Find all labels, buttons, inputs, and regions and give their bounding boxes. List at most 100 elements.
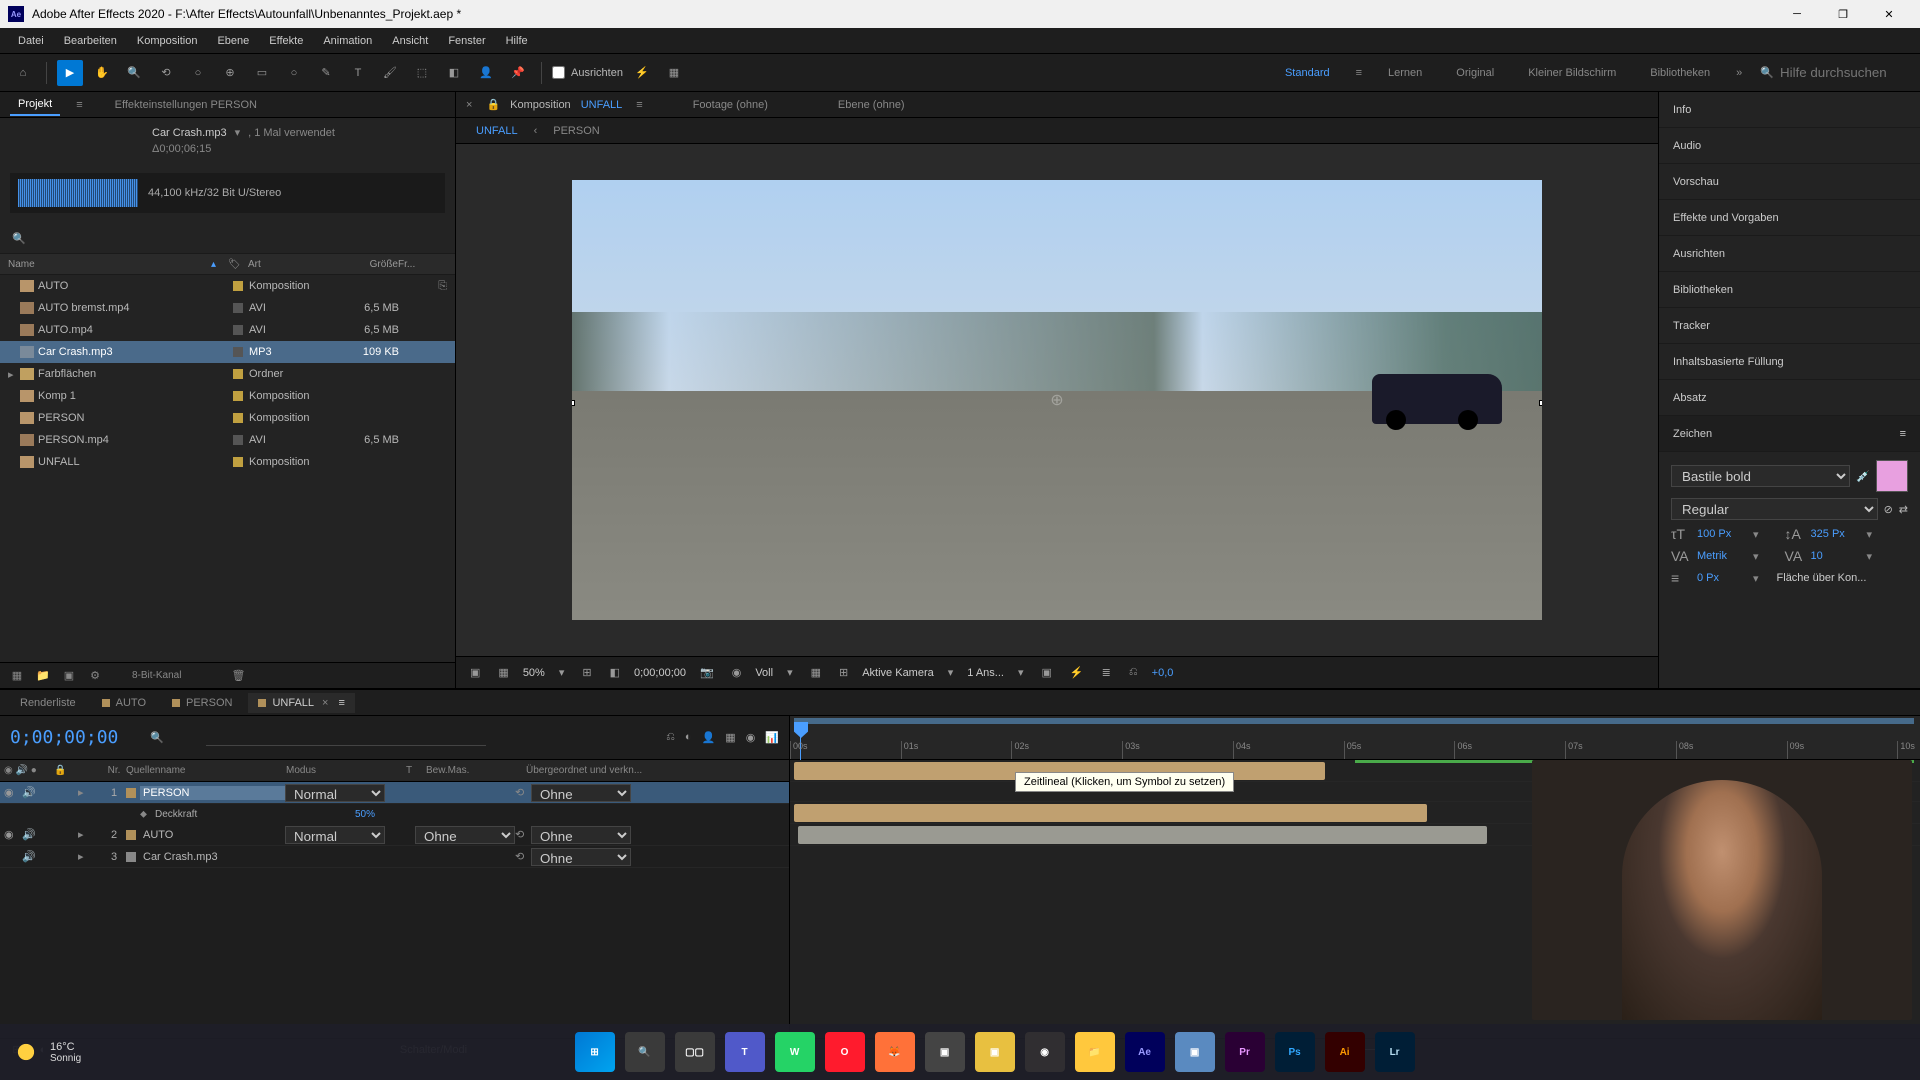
- layer-row-car-crash-mp3[interactable]: 🔊 ▸ 3 Car Crash.mp3 ⟲ Ohne: [0, 846, 789, 868]
- comp-panel-menu-icon[interactable]: ≡: [636, 99, 642, 111]
- col-nr[interactable]: Nr.: [102, 765, 126, 776]
- effect-settings-tab[interactable]: Effekteinstellungen PERSON: [115, 99, 257, 111]
- brush-tool[interactable]: 🖌: [377, 60, 403, 86]
- menu-hilfe[interactable]: Hilfe: [496, 31, 538, 51]
- zoom-tool[interactable]: 🔍: [121, 60, 147, 86]
- menu-effekte[interactable]: Effekte: [259, 31, 313, 51]
- maximize-button[interactable]: ❐: [1820, 0, 1866, 28]
- panel-ausrichten[interactable]: Ausrichten: [1659, 236, 1920, 272]
- project-item-unfall[interactable]: UNFALL Komposition: [0, 451, 455, 473]
- roi-icon[interactable]: ◧: [606, 664, 624, 681]
- channels-icon[interactable]: ◉: [728, 664, 746, 681]
- clone-tool[interactable]: ⬚: [409, 60, 435, 86]
- menu-komposition[interactable]: Komposition: [127, 31, 208, 51]
- teams-app[interactable]: T: [725, 1032, 765, 1072]
- frame-handle-left[interactable]: [572, 400, 575, 406]
- project-item-farbfl-chen[interactable]: ▸ Farbflächen Ordner: [0, 363, 455, 385]
- roto-tool[interactable]: 👤: [473, 60, 499, 86]
- settings-icon[interactable]: ⚙: [86, 667, 104, 685]
- exposure-value[interactable]: +0,0: [1152, 667, 1174, 679]
- project-item-auto-mp4[interactable]: AUTO.mp4 AVI 6,5 MB: [0, 319, 455, 341]
- leading-value[interactable]: 325 Px: [1811, 528, 1861, 540]
- project-item-person[interactable]: PERSON Komposition: [0, 407, 455, 429]
- fast-preview-icon[interactable]: ⚡: [1066, 664, 1088, 681]
- photoshop-app[interactable]: Ps: [1275, 1032, 1315, 1072]
- tracking-value[interactable]: 10: [1811, 550, 1861, 562]
- menu-ebene[interactable]: Ebene: [207, 31, 259, 51]
- stroke-value[interactable]: 0 Px: [1697, 572, 1747, 584]
- snapshot-icon[interactable]: 📷: [696, 664, 718, 681]
- timeline-tab-person[interactable]: PERSON: [162, 693, 242, 713]
- col-parent[interactable]: Übergeordnet und verkn...: [526, 765, 785, 776]
- app-yellow[interactable]: ▣: [975, 1032, 1015, 1072]
- illustrator-app[interactable]: Ai: [1325, 1032, 1365, 1072]
- comp-tab-person[interactable]: PERSON: [553, 125, 599, 137]
- resolution-icon[interactable]: ⊞: [578, 664, 595, 681]
- comp-tab-unfall[interactable]: UNFALL: [476, 125, 518, 137]
- frame-handle-right[interactable]: [1539, 400, 1542, 406]
- lightroom-app[interactable]: Lr: [1375, 1032, 1415, 1072]
- frame-blend-icon[interactable]: ▦: [725, 731, 735, 744]
- work-area-bar[interactable]: [794, 718, 1914, 724]
- zoom-value[interactable]: 50%: [523, 667, 545, 679]
- workspace-menu-icon[interactable]: ≡: [1356, 67, 1362, 79]
- menu-fenster[interactable]: Fenster: [438, 31, 495, 51]
- task-view[interactable]: ▢▢: [675, 1032, 715, 1072]
- rect-tool[interactable]: ▭: [249, 60, 275, 86]
- layer-property-opacity[interactable]: ⬥Deckkraft50%: [0, 804, 789, 824]
- clip-auto[interactable]: [794, 804, 1427, 822]
- project-item-car-crash-mp3[interactable]: Car Crash.mp3 MP3 109 KB: [0, 341, 455, 363]
- col-mode[interactable]: Modus: [286, 765, 406, 776]
- timeline-tab-unfall[interactable]: UNFALL×≡: [248, 693, 354, 713]
- zoom-dropdown-icon[interactable]: ▾: [555, 664, 569, 681]
- views-dropdown-icon[interactable]: ▾: [1014, 664, 1028, 681]
- panel-zeichen[interactable]: Zeichen≡: [1659, 416, 1920, 452]
- no-stroke-icon[interactable]: ⊘: [1884, 503, 1893, 516]
- panel-content-aware[interactable]: Inhaltsbasierte Füllung: [1659, 344, 1920, 380]
- interpret-footage-icon[interactable]: ▦: [8, 667, 26, 685]
- workspace-bibliotheken[interactable]: Bibliotheken: [1642, 63, 1718, 83]
- camera-dropdown-icon[interactable]: ▾: [944, 664, 958, 681]
- eraser-tool[interactable]: ◧: [441, 60, 467, 86]
- font-family-select[interactable]: Bastile bold: [1671, 465, 1850, 487]
- playhead[interactable]: [794, 722, 808, 738]
- obs-app[interactable]: ◉: [1025, 1032, 1065, 1072]
- flowchart-icon[interactable]: ⎌: [1125, 664, 1142, 681]
- views-select[interactable]: 1 Ans...: [967, 667, 1004, 679]
- start-button[interactable]: ⊞: [575, 1032, 615, 1072]
- project-item-person-mp4[interactable]: PERSON.mp4 AVI 6,5 MB: [0, 429, 455, 451]
- workspace-original[interactable]: Original: [1448, 63, 1502, 83]
- comp-viewer[interactable]: ⊕: [456, 144, 1658, 656]
- menu-datei[interactable]: Datei: [8, 31, 54, 51]
- after-effects-app[interactable]: Ae: [1125, 1032, 1165, 1072]
- bit-depth[interactable]: 8-Bit-Kanal: [132, 670, 181, 681]
- fill-stroke-label[interactable]: Fläche über Kon...: [1777, 572, 1867, 584]
- minimize-button[interactable]: ─: [1774, 0, 1820, 28]
- close-button[interactable]: ✕: [1866, 0, 1912, 28]
- project-item-komp-1[interactable]: Komp 1 Komposition: [0, 385, 455, 407]
- puppet-tool[interactable]: 📌: [505, 60, 531, 86]
- ellipse-tool[interactable]: ○: [281, 60, 307, 86]
- motion-blur-icon[interactable]: ◉: [746, 731, 756, 744]
- explorer-app[interactable]: 📁: [1075, 1032, 1115, 1072]
- panel-info[interactable]: Info: [1659, 92, 1920, 128]
- col-t[interactable]: T: [406, 765, 426, 776]
- timeline-tab-auto[interactable]: AUTO: [92, 693, 156, 713]
- workspace-lernen[interactable]: Lernen: [1380, 63, 1430, 83]
- panel-audio[interactable]: Audio: [1659, 128, 1920, 164]
- time-ruler[interactable]: 00s01s02s03s04s05s06s07s08s09s10s: [790, 716, 1920, 760]
- weather-widget[interactable]: 16°C Sonnig: [12, 1038, 81, 1066]
- workspace-overflow-icon[interactable]: »: [1736, 67, 1742, 79]
- project-tab[interactable]: Projekt: [10, 94, 60, 116]
- close-comp-icon[interactable]: ×: [466, 99, 472, 111]
- col-type[interactable]: Art: [248, 259, 338, 270]
- col-size[interactable]: Größe: [338, 259, 398, 270]
- premiere-app[interactable]: Pr: [1225, 1032, 1265, 1072]
- col-source-name[interactable]: Quellenname: [126, 765, 286, 776]
- whatsapp-app[interactable]: W: [775, 1032, 815, 1072]
- always-preview-icon[interactable]: ▣: [466, 664, 484, 681]
- new-comp-icon[interactable]: ▣: [60, 667, 78, 685]
- menu-bearbeiten[interactable]: Bearbeiten: [54, 31, 127, 51]
- new-folder-icon[interactable]: 📁: [34, 667, 52, 685]
- draft3d-icon[interactable]: ◐: [685, 731, 692, 744]
